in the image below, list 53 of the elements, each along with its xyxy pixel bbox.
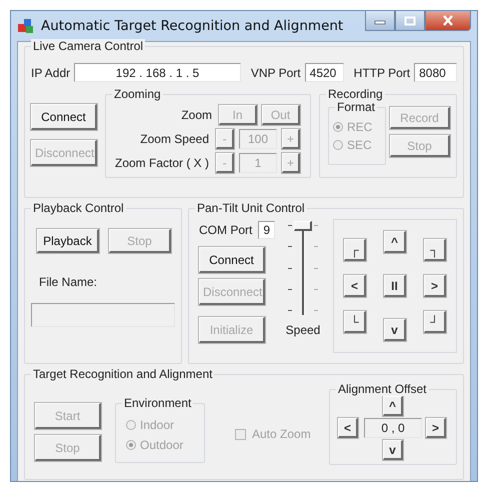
button[interactable]: > [426,418,446,438]
button[interactable]: ┘ [424,311,446,333]
maximize-icon [404,16,416,26]
ip-field[interactable]: 192 . 168 . 1 . 5 [74,63,241,82]
field-label: Zoom [181,108,212,122]
field-label: File Name: [39,275,98,289]
button[interactable]: II [384,275,406,297]
button[interactable]: Connect [31,104,97,130]
group-title: Format [335,100,378,114]
button[interactable]: Playback [37,229,99,253]
group-title: Live Camera Control [31,39,146,53]
group-title: Pan-Tilt Unit Control [195,201,307,215]
button[interactable]: v [384,319,406,341]
close-button[interactable] [425,11,471,31]
button[interactable]: < [338,418,358,438]
minimize-button[interactable] [365,11,395,31]
port-field[interactable]: 4520 [304,63,344,82]
com-port-field[interactable]: 9 [258,221,276,239]
window-title: Automatic Target Recognition and Alignment [41,18,344,34]
button[interactable]: Connect [199,247,265,273]
button[interactable]: ^ [383,396,403,416]
radio-label: REC [347,120,372,134]
field-label: Zoom Speed [140,132,209,146]
group-title: Alignment Offset [336,382,428,396]
button[interactable]: └ [344,311,366,333]
field-label: COM Port [199,223,252,237]
group-title: Target Recognition and Alignment [31,367,214,381]
button[interactable]: v [383,440,403,460]
offset-field[interactable]: 0 , 0 [364,418,422,438]
group-title: Playback Control [31,201,126,215]
button[interactable]: ┐ [424,239,446,261]
button[interactable]: < [344,275,366,297]
slider-thumb[interactable] [294,221,312,231]
group-title: Environment [122,396,194,410]
button[interactable]: > [424,275,446,297]
radio-label: Outdoor [140,438,184,452]
field-label: HTTP Port [354,66,410,80]
port-field[interactable]: 8080 [414,63,458,82]
group-title: Zooming [112,87,163,101]
radio-label: SEC [347,138,372,152]
maximize-button[interactable] [395,11,425,31]
button[interactable]: ^ [384,231,406,253]
field-label: VNP Port [250,66,301,80]
speed-slider[interactable] [285,221,321,317]
app-icon [17,17,35,35]
field-label: IP Addr [31,66,70,80]
button[interactable]: ┌ [344,239,366,261]
checkbox-label: Auto Zoom [252,427,311,441]
close-icon [442,15,454,26]
radio-label: Indoor [140,418,174,432]
slider-label: Speed [286,323,320,337]
field-label: Zoom Factor ( X ) [114,156,209,170]
group-title: Recording [326,87,385,101]
